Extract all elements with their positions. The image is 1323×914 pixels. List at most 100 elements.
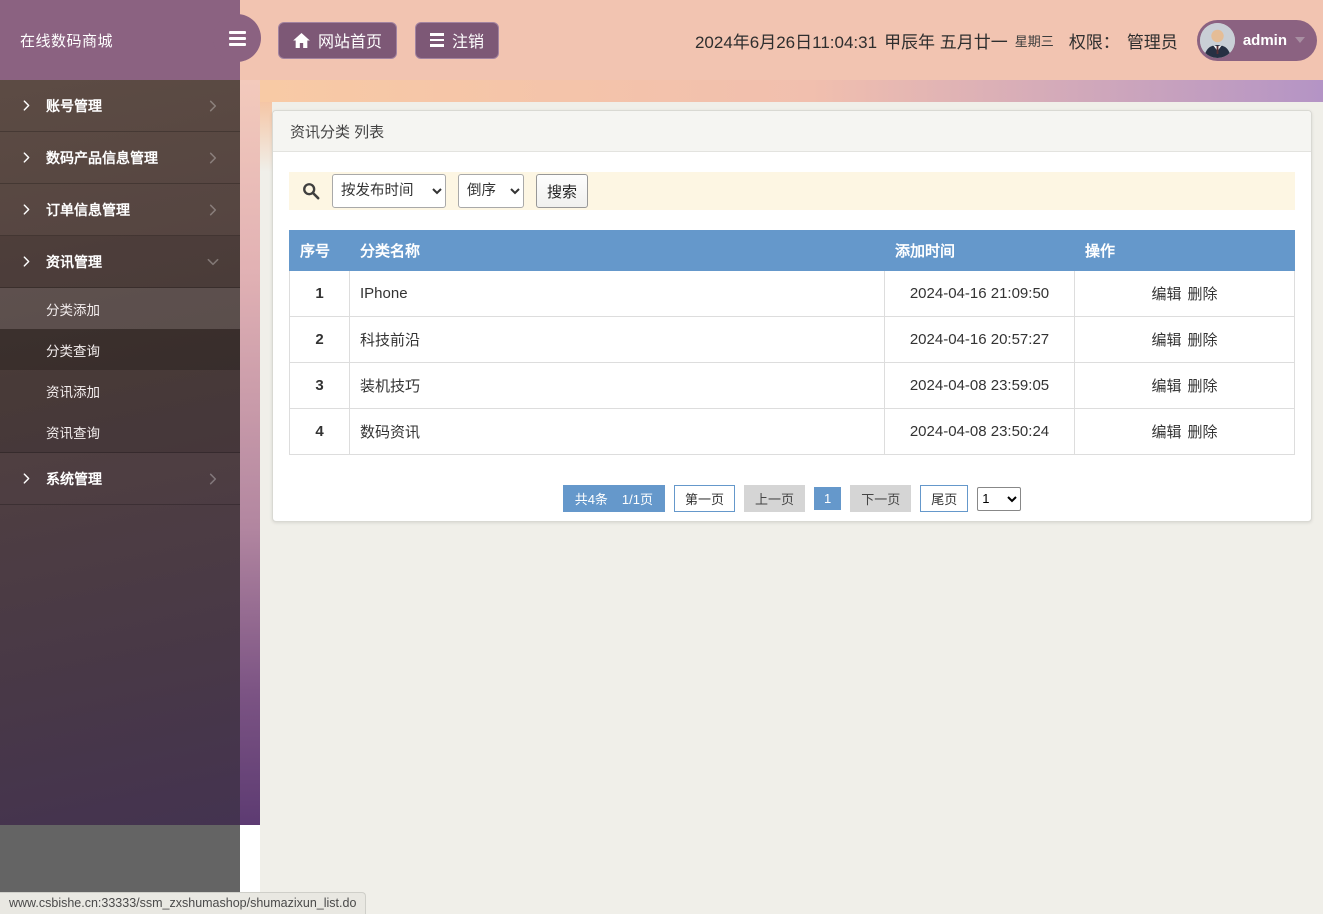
chevron-right-icon bbox=[23, 473, 30, 484]
delete-link[interactable]: 删除 bbox=[1188, 424, 1218, 441]
news-category-panel: 资讯分类 列表 按发布时间 倒序 搜索 序号 分类名称 添加时间 操作 1 IP… bbox=[272, 110, 1312, 522]
edit-link[interactable]: 编辑 bbox=[1151, 332, 1181, 349]
row-index-cell: 4 bbox=[289, 408, 350, 455]
user-menu[interactable]: admin bbox=[1196, 19, 1317, 61]
sidebar-toggle-button[interactable] bbox=[213, 14, 261, 62]
lunar-date-text: 甲辰年 五月廿一 bbox=[884, 32, 1008, 52]
page-select[interactable]: 1 bbox=[977, 486, 1022, 511]
header-gradient-band bbox=[260, 80, 1323, 102]
list-icon bbox=[430, 33, 445, 47]
sidebar-item-news[interactable]: 资讯管理 bbox=[0, 236, 240, 288]
weekday-text: 星期三 bbox=[1014, 33, 1054, 49]
edit-link[interactable]: 编辑 bbox=[1151, 286, 1181, 303]
submenu-label: 资讯查询 bbox=[46, 425, 100, 441]
added-time-cell: 2024-04-16 20:57:27 bbox=[884, 316, 1075, 363]
sidebar-subitem-news-query[interactable]: 资讯查询 bbox=[0, 411, 240, 452]
next-page-button[interactable]: 下一页 bbox=[850, 485, 912, 512]
home-button[interactable]: 网站首页 bbox=[278, 21, 398, 59]
sidebar-item-label: 订单信息管理 bbox=[46, 201, 130, 218]
header-name: 分类名称 bbox=[349, 230, 885, 271]
edit-link[interactable]: 编辑 bbox=[1151, 424, 1181, 441]
search-bar: 按发布时间 倒序 搜索 bbox=[289, 172, 1295, 210]
topbar-info: 2024年6月26日11:04:31 甲辰年 五月廿一 星期三 权限： 管理员 … bbox=[694, 19, 1323, 61]
table-row: 4 数码资讯 2024-04-08 23:50:24 编辑 删除 bbox=[289, 408, 1295, 455]
table-row: 1 IPhone 2024-04-16 21:09:50 编辑 删除 bbox=[289, 270, 1295, 317]
category-name-cell: 数码资讯 bbox=[349, 408, 885, 455]
chevron-right-icon bbox=[209, 100, 217, 111]
app-logo: 在线数码商城 bbox=[0, 0, 240, 80]
row-index-cell: 3 bbox=[289, 362, 350, 409]
status-url-tooltip: www.csbishe.cn:33333/ssm_zxshumashop/shu… bbox=[0, 892, 367, 914]
datetime-text: 2024年6月26日11:04:31 bbox=[694, 32, 878, 52]
actions-cell: 编辑 删除 bbox=[1074, 316, 1295, 363]
category-name-cell: 科技前沿 bbox=[349, 316, 885, 363]
row-index-cell: 2 bbox=[289, 316, 350, 363]
delete-link[interactable]: 删除 bbox=[1188, 286, 1218, 303]
avatar bbox=[1199, 22, 1235, 58]
chevron-down-icon bbox=[207, 258, 219, 265]
chevron-right-icon bbox=[209, 204, 217, 215]
table-row: 2 科技前沿 2024-04-16 20:57:27 编辑 删除 bbox=[289, 316, 1295, 363]
sidebar-item-orders[interactable]: 订单信息管理 bbox=[0, 184, 240, 236]
sidebar-item-system[interactable]: 系统管理 bbox=[0, 453, 240, 505]
panel-body: 按发布时间 倒序 搜索 序号 分类名称 添加时间 操作 1 IPhone 202… bbox=[273, 152, 1311, 528]
header-actions: 操作 bbox=[1074, 230, 1295, 271]
username-text: admin bbox=[1242, 31, 1287, 49]
sidebar-menu: 账号管理 数码产品信息管理 订单信息管理 资讯管理 分类添加 分类查询 资讯添加… bbox=[0, 80, 240, 505]
last-page-button[interactable]: 尾页 bbox=[920, 485, 969, 512]
pagination-summary: 共4条 1/1页 bbox=[562, 485, 665, 512]
delete-link[interactable]: 删除 bbox=[1188, 378, 1218, 395]
chevron-right-icon bbox=[209, 473, 217, 484]
current-page-button[interactable]: 1 bbox=[814, 487, 842, 510]
panel-title: 资讯分类 列表 bbox=[273, 111, 1311, 152]
row-index-cell: 1 bbox=[289, 270, 350, 317]
chevron-right-icon bbox=[209, 152, 217, 163]
submenu-label: 分类查询 bbox=[46, 343, 100, 359]
actions-cell: 编辑 删除 bbox=[1074, 270, 1295, 317]
category-name-cell: 装机技巧 bbox=[349, 362, 885, 409]
first-page-button[interactable]: 第一页 bbox=[674, 485, 736, 512]
added-time-cell: 2024-04-08 23:59:05 bbox=[884, 362, 1075, 409]
search-button[interactable]: 搜索 bbox=[536, 174, 588, 208]
actions-cell: 编辑 删除 bbox=[1074, 362, 1295, 409]
sort-field-select[interactable]: 按发布时间 bbox=[332, 174, 446, 208]
header-index: 序号 bbox=[289, 230, 350, 271]
sidebar-item-label: 账号管理 bbox=[46, 97, 102, 114]
category-table: 序号 分类名称 添加时间 操作 1 IPhone 2024-04-16 21:0… bbox=[289, 230, 1295, 455]
chevron-right-icon bbox=[23, 152, 30, 163]
table-header-row: 序号 分类名称 添加时间 操作 bbox=[289, 230, 1295, 271]
sidebar: 在线数码商城 账号管理 数码产品信息管理 订单信息管理 资讯管理 分类添加 分类… bbox=[0, 0, 240, 825]
sidebar-subitem-category-add[interactable]: 分类添加 bbox=[0, 288, 240, 329]
sidebar-item-label: 资讯管理 bbox=[46, 253, 102, 270]
search-icon bbox=[303, 183, 320, 200]
chevron-right-icon bbox=[23, 100, 30, 111]
sidebar-item-accounts[interactable]: 账号管理 bbox=[0, 80, 240, 132]
total-count: 共4条 bbox=[574, 492, 608, 507]
sidebar-gradient-strip bbox=[240, 80, 260, 825]
submenu-label: 分类添加 bbox=[46, 302, 100, 318]
actions-cell: 编辑 删除 bbox=[1074, 408, 1295, 455]
delete-link[interactable]: 删除 bbox=[1188, 332, 1218, 349]
home-button-label: 网站首页 bbox=[318, 34, 383, 51]
home-icon bbox=[293, 32, 310, 48]
sort-order-select[interactable]: 倒序 bbox=[458, 174, 524, 208]
sidebar-item-products[interactable]: 数码产品信息管理 bbox=[0, 132, 240, 184]
logout-button-label: 注销 bbox=[452, 34, 485, 51]
edit-link[interactable]: 编辑 bbox=[1151, 378, 1181, 395]
sidebar-section-news: 资讯管理 分类添加 分类查询 资讯添加 资讯查询 bbox=[0, 236, 240, 453]
gutter-gradient bbox=[260, 102, 272, 172]
chevron-right-icon bbox=[23, 256, 30, 267]
table-row: 3 装机技巧 2024-04-08 23:59:05 编辑 删除 bbox=[289, 362, 1295, 409]
sidebar-subitem-news-add[interactable]: 资讯添加 bbox=[0, 370, 240, 411]
sidebar-item-label: 数码产品信息管理 bbox=[46, 149, 158, 166]
logout-button[interactable]: 注销 bbox=[415, 21, 500, 59]
topbar: 网站首页 注销 2024年6月26日11:04:31 甲辰年 五月廿一 星期三 … bbox=[240, 0, 1323, 80]
category-name-cell: IPhone bbox=[349, 270, 885, 317]
sidebar-subitem-category-query[interactable]: 分类查询 bbox=[0, 329, 240, 370]
page-indicator: 1/1页 bbox=[621, 492, 653, 507]
submenu-label: 资讯添加 bbox=[46, 384, 100, 400]
added-time-cell: 2024-04-08 23:50:24 bbox=[884, 408, 1075, 455]
role-label: 权限： bbox=[1068, 32, 1120, 52]
role-value: 管理员 bbox=[1126, 32, 1178, 52]
prev-page-button[interactable]: 上一页 bbox=[744, 485, 806, 512]
